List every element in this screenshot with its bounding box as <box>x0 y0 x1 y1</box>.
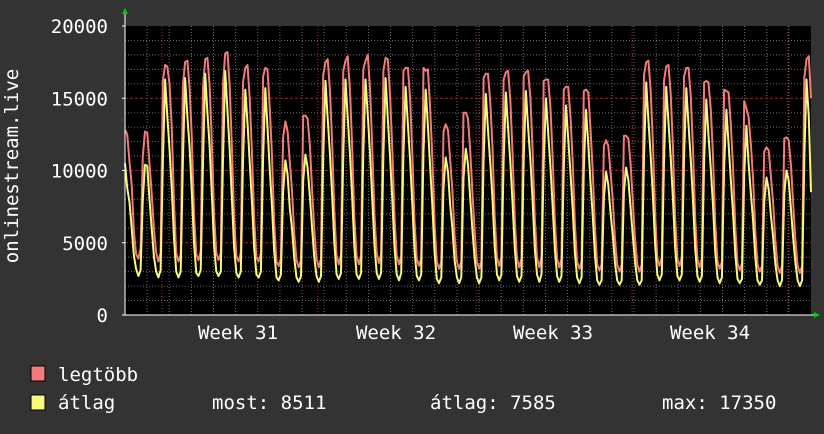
x-tick-label: Week 31 <box>198 322 278 344</box>
x-tick-label: Week 34 <box>670 322 750 344</box>
y-tick-label: 20000 <box>51 16 108 38</box>
y-tick-label: 5000 <box>62 233 108 255</box>
x-tick-label: Week 32 <box>356 322 436 344</box>
chart-svg: 0 5000 10000 15000 20000 Week 31 Week 32 Week 3… <box>1 8 820 414</box>
legend: legtöbb átlag most: 8511 átlag: 7585 max… <box>30 364 776 414</box>
stat-max: max: 17350 <box>662 392 776 414</box>
y-tick-label: 15000 <box>51 88 108 110</box>
stat-most: most: 8511 <box>212 392 326 414</box>
legend-swatch-atlag <box>30 394 46 411</box>
legend-label-atlag: átlag <box>58 392 115 414</box>
stat-atlag: átlag: 7585 <box>430 392 556 414</box>
x-tick-label: Week 33 <box>513 322 593 344</box>
y-tick-label: 0 <box>97 305 108 327</box>
legend-swatch-legtobb <box>30 365 46 382</box>
y-axis-arrow-icon <box>122 8 128 14</box>
x-axis-arrow-icon <box>814 312 820 318</box>
y-tick-label: 10000 <box>51 161 108 183</box>
y-axis-label: onlinestream.live <box>1 69 23 263</box>
legend-label-legtobb: legtöbb <box>58 364 138 386</box>
chart-container: 0 5000 10000 15000 20000 Week 31 Week 32 Week 3… <box>0 0 824 430</box>
